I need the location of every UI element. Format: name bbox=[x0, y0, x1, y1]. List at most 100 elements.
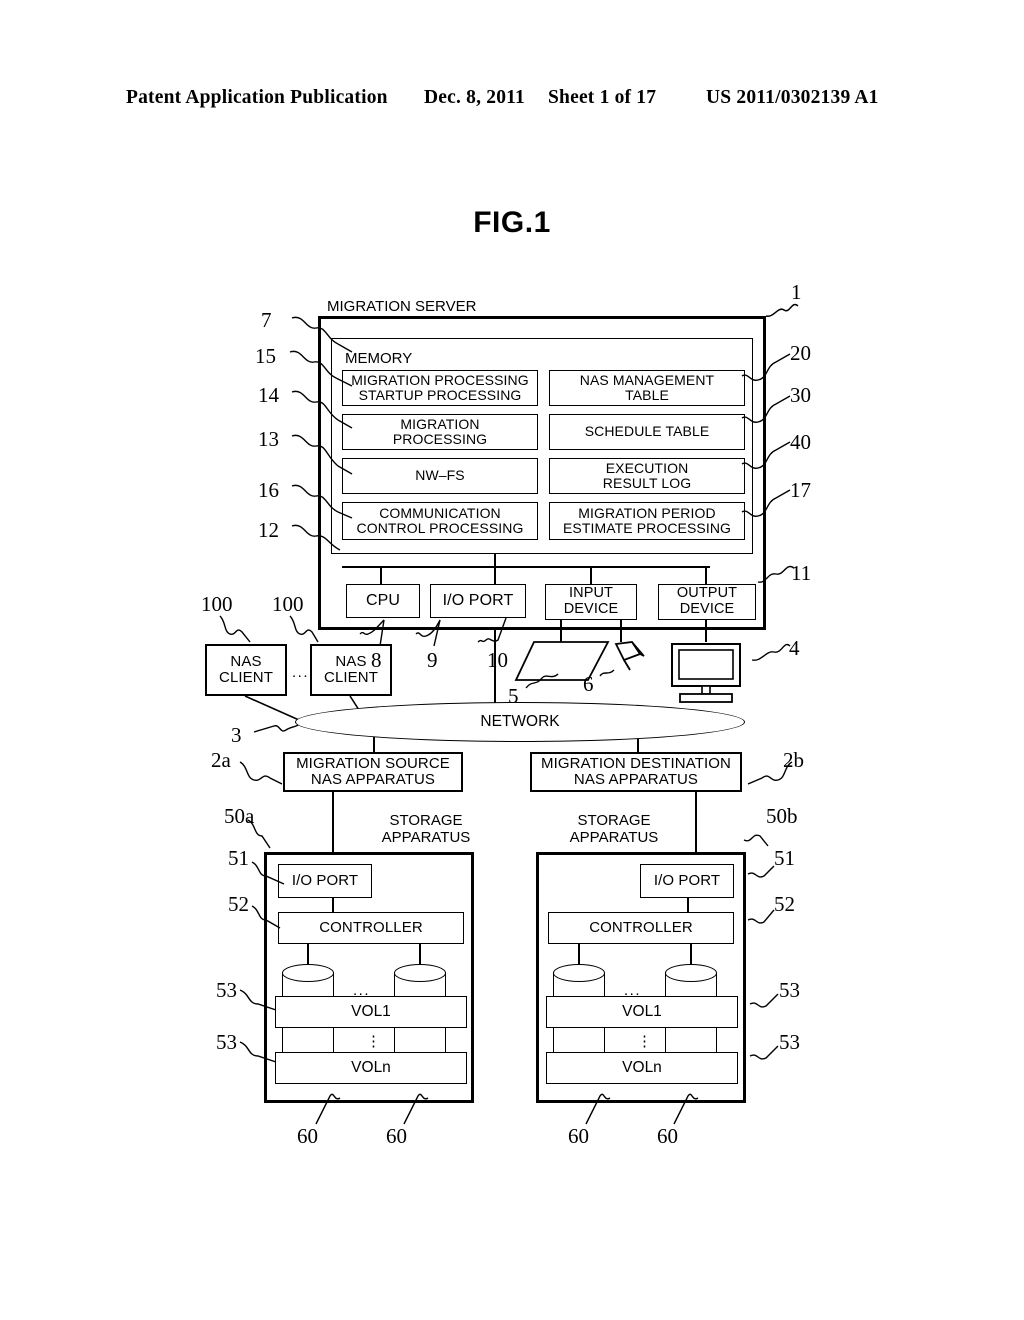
output-device-line-2: DEVICE bbox=[679, 601, 735, 617]
module-line-1: MIGRATION bbox=[400, 415, 480, 432]
refnum-3: 3 bbox=[231, 723, 242, 747]
apparatus-line-1: MIGRATION SOURCE bbox=[296, 754, 450, 772]
patent-header: Patent Application Publication Dec. 8, 2… bbox=[0, 84, 1024, 112]
storage-right-io-controller-link bbox=[687, 898, 689, 912]
figure-title: FIG.1 bbox=[473, 206, 551, 239]
patent-number: US 2011/0302139 A1 bbox=[706, 87, 879, 108]
module-line-1: NAS MANAGEMENT bbox=[579, 371, 715, 388]
output-device-line-1: OUTPUT bbox=[676, 585, 738, 602]
refnum-53-left-voln: 53 bbox=[216, 1030, 237, 1054]
refnum-15: 15 bbox=[255, 344, 276, 368]
leaders-nas-clients bbox=[210, 612, 340, 652]
storage-title-line-2: APPARATUS bbox=[381, 829, 471, 847]
module-line-1: SCHEDULE TABLE bbox=[584, 423, 710, 440]
storage-right-vol-ellipsis: ⋮ bbox=[637, 1033, 652, 1050]
apparatus-line-2: NAS APPARATUS bbox=[573, 771, 699, 788]
storage-right-voln[interactable]: VOLn bbox=[546, 1052, 738, 1084]
io-port-label: I/O PORT bbox=[653, 871, 721, 889]
leader-2a bbox=[238, 760, 290, 794]
leaders-hardware bbox=[358, 616, 558, 662]
network-label: NETWORK bbox=[480, 713, 560, 730]
io-port-label: I/O PORT bbox=[442, 592, 514, 610]
refnum-7: 7 bbox=[261, 308, 272, 332]
storage-right-disk2-link bbox=[690, 944, 692, 966]
sheet-number: Sheet 1 of 17 bbox=[548, 87, 657, 108]
module-line-2: ESTIMATE PROCESSING bbox=[562, 520, 732, 536]
keyboard-connector bbox=[560, 620, 562, 642]
refnum-12: 12 bbox=[258, 518, 279, 542]
storage-left-vol-ellipsis: ⋮ bbox=[366, 1033, 381, 1050]
input-bus-line bbox=[590, 566, 592, 584]
input-device-line-2: DEVICE bbox=[563, 601, 619, 617]
storage-left-vol1[interactable]: VOL1 bbox=[275, 996, 467, 1028]
storage-title-line-2: APPARATUS bbox=[569, 829, 659, 847]
cpu-bus-line bbox=[380, 566, 382, 584]
module-nas-management-table[interactable]: NAS MANAGEMENT TABLE bbox=[549, 370, 745, 406]
publication-date: Dec. 8, 2011 bbox=[424, 87, 525, 108]
mouse-connector bbox=[620, 620, 622, 642]
storage-right-vol1[interactable]: VOL1 bbox=[546, 996, 738, 1028]
module-line-1: EXECUTION bbox=[605, 459, 689, 476]
module-line-1: MIGRATION PERIOD bbox=[578, 504, 716, 521]
nas-client-line-2: CLIENT bbox=[324, 669, 378, 686]
storage-apparatus-title-right: STORAGE APPARATUS bbox=[554, 812, 674, 847]
module-line-1: NW–FS bbox=[415, 467, 465, 484]
io-port-box[interactable]: I/O PORT bbox=[430, 584, 526, 618]
monitor-icon bbox=[664, 642, 748, 709]
leaders-storage-left bbox=[239, 818, 354, 1068]
cpu-label: CPU bbox=[365, 592, 401, 610]
cpu-box[interactable]: CPU bbox=[346, 584, 420, 618]
output-bus-line bbox=[705, 566, 707, 584]
storage-right-controller[interactable]: CONTROLLER bbox=[548, 912, 734, 944]
internal-bus bbox=[342, 566, 710, 568]
module-migration-period-estimate-processing[interactable]: MIGRATION PERIOD ESTIMATE PROCESSING bbox=[549, 502, 745, 540]
refnum-53-left-vol1: 53 bbox=[216, 978, 237, 1002]
module-schedule-table[interactable]: SCHEDULE TABLE bbox=[549, 414, 745, 450]
leaders-storage-right bbox=[712, 818, 822, 1068]
disk-cap-top bbox=[553, 964, 605, 982]
vol1-label: VOL1 bbox=[622, 1003, 662, 1020]
apparatus-line-2: NAS APPARATUS bbox=[310, 771, 436, 788]
voln-label: VOLn bbox=[351, 1059, 391, 1076]
storage-left-disk2-link bbox=[419, 944, 421, 966]
leaders-right-refs bbox=[741, 340, 842, 590]
leaders-peripherals bbox=[504, 664, 615, 704]
network-ellipse: NETWORK bbox=[295, 702, 745, 742]
module-line-2: PROCESSING bbox=[392, 431, 488, 447]
migration-source-nas-apparatus[interactable]: MIGRATION SOURCE NAS APPARATUS bbox=[283, 752, 463, 792]
mouse-icon bbox=[608, 640, 650, 687]
leader-1 bbox=[760, 300, 806, 330]
leader-monitor bbox=[744, 640, 804, 676]
storage-right-disk1-link bbox=[578, 944, 580, 966]
controller-label: CONTROLLER bbox=[589, 918, 693, 936]
apparatus-line-1: MIGRATION DESTINATION bbox=[541, 754, 731, 772]
input-device-box[interactable]: INPUT DEVICE bbox=[545, 584, 637, 620]
module-line-2: TABLE bbox=[625, 387, 669, 403]
nas-client-line-1: NAS bbox=[230, 652, 262, 670]
monitor-connector bbox=[705, 620, 707, 642]
refnum-14: 14 bbox=[258, 383, 279, 407]
nas-client-ellipsis: ... bbox=[292, 664, 310, 681]
storage-apparatus-title-left: STORAGE APPARATUS bbox=[366, 812, 486, 847]
refnum-2a: 2a bbox=[211, 748, 231, 772]
disk-cap-top bbox=[665, 964, 717, 982]
memory-bus-line bbox=[494, 554, 496, 584]
module-execution-result-log[interactable]: EXECUTION RESULT LOG bbox=[549, 458, 745, 494]
storage-title-line-1: STORAGE bbox=[577, 812, 651, 829]
storage-title-line-1: STORAGE bbox=[389, 812, 463, 829]
disk-cap-top bbox=[394, 964, 446, 982]
voln-label: VOLn bbox=[622, 1059, 662, 1076]
module-line-2: RESULT LOG bbox=[602, 475, 692, 491]
leader-2b bbox=[742, 760, 794, 794]
refnum-13: 13 bbox=[258, 427, 279, 451]
input-device-line-1: INPUT bbox=[569, 585, 613, 602]
leaders-disks-60 bbox=[296, 1088, 716, 1128]
destination-storage-link bbox=[695, 792, 697, 852]
vol1-label: VOL1 bbox=[351, 1003, 391, 1020]
nas-client-line-2: CLIENT bbox=[219, 669, 273, 686]
refnum-16: 16 bbox=[258, 478, 279, 502]
migration-destination-nas-apparatus[interactable]: MIGRATION DESTINATION NAS APPARATUS bbox=[530, 752, 742, 792]
publication-label: Patent Application Publication bbox=[126, 87, 388, 108]
storage-left-voln[interactable]: VOLn bbox=[275, 1052, 467, 1084]
leaders-left-refs bbox=[282, 300, 402, 551]
